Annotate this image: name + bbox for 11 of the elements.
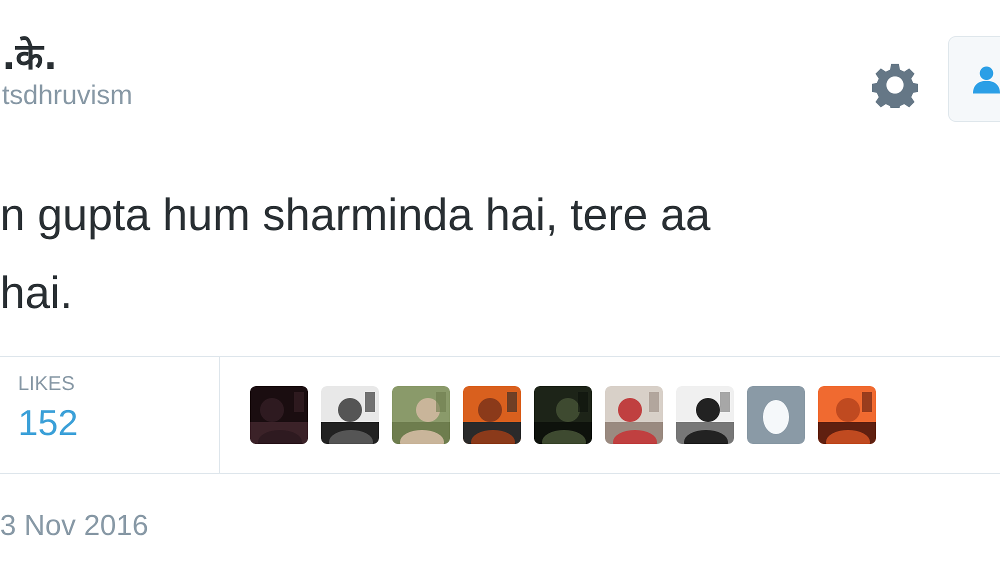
person-icon	[973, 64, 1000, 94]
tweet-text: n gupta hum sharminda hai, tere aa	[0, 188, 712, 242]
egg-avatar-icon[interactable]	[747, 386, 805, 444]
tweet-text: hai.	[0, 266, 74, 320]
settings-icon[interactable]	[872, 62, 918, 108]
likes-count[interactable]: 152	[18, 402, 78, 444]
author-name[interactable]: .के.	[2, 36, 133, 80]
follow-button[interactable]	[948, 36, 1000, 122]
author-handle[interactable]: tsdhruvism	[2, 78, 133, 112]
tweet-date: 3 Nov 2016	[0, 509, 150, 543]
likes-label: LIKES	[18, 373, 75, 396]
